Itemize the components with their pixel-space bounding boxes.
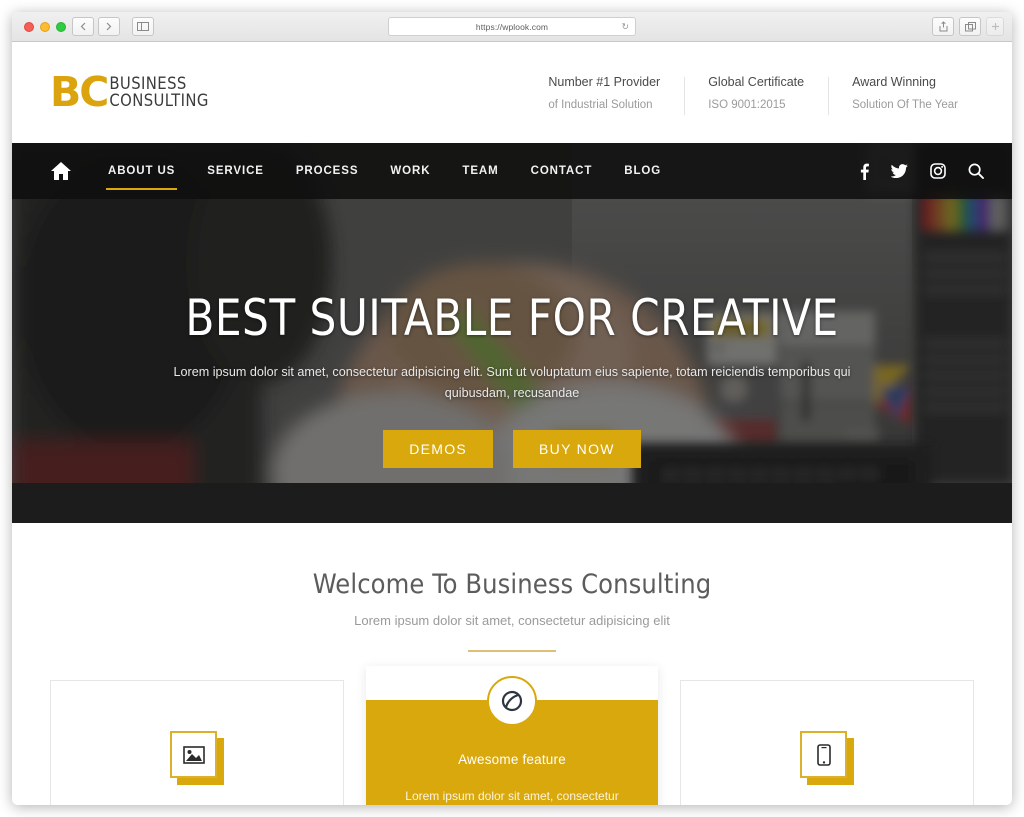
compass-icon — [487, 676, 537, 726]
feature-title: Awesome feature — [458, 752, 566, 767]
tabs-icon[interactable] — [959, 17, 981, 36]
welcome-title: Welcome To Business Consulting — [312, 569, 712, 600]
browser-toolbar: https://wplook.com ↻ — [12, 12, 1012, 42]
header-info-item: Global Certificate ISO 9001:2015 — [684, 74, 828, 115]
logo-mark: BC — [50, 68, 109, 116]
site-logo[interactable]: BC BUSINESS CONSULTING — [50, 72, 209, 113]
feature-description: Lorem ipsum dolor sit amet, consectetur — [405, 789, 619, 803]
featured-card-body: Awesome feature Lorem ipsum dolor sit am… — [366, 676, 658, 805]
home-icon[interactable] — [50, 161, 72, 181]
new-tab-button[interactable] — [986, 17, 1004, 36]
search-icon[interactable] — [968, 163, 984, 179]
feature-card-unique-design[interactable]: Unique design — [50, 680, 344, 805]
reload-icon[interactable]: ↻ — [621, 21, 629, 32]
hero-buttons: DEMOS BUY NOW — [72, 429, 952, 468]
mobile-phone-icon — [800, 731, 847, 778]
info-title: Global Certificate — [708, 74, 805, 89]
share-icon[interactable] — [932, 17, 954, 36]
hero-section: IDEAS AT 5 — [12, 143, 1012, 523]
welcome-section: Welcome To Business Consulting Lorem ips… — [12, 523, 1012, 652]
feature-icon-wrap — [800, 731, 854, 785]
facebook-icon[interactable] — [860, 163, 869, 180]
header-info-item: Number #1 Provider of Industrial Solutio… — [524, 75, 684, 111]
logo-wordmark: BUSINESS CONSULTING — [109, 73, 209, 110]
nav-item-team[interactable]: TEAM — [446, 143, 514, 199]
nav-item-process[interactable]: PROCESS — [280, 143, 375, 199]
twitter-icon[interactable] — [891, 164, 908, 178]
image-icon — [170, 731, 217, 778]
info-title: Award Winning — [852, 74, 936, 89]
header-info-item: Award Winning Solution Of The Year — [828, 74, 982, 115]
webpage-viewport: BC BUSINESS CONSULTING Number #1 Provide… — [12, 42, 1012, 805]
buy-now-button[interactable]: BUY NOW — [513, 429, 641, 468]
toolbar-right-actions — [932, 17, 1004, 36]
info-subtitle: Solution Of The Year — [852, 98, 958, 111]
instagram-icon[interactable] — [930, 163, 946, 179]
info-title: Number #1 Provider — [548, 74, 661, 89]
browser-window: https://wplook.com ↻ BC BUSINESS CONSULT… — [12, 12, 1012, 805]
hero-content: BEST SUITABLE FOR CREATIVE Lorem ipsum d… — [12, 293, 1012, 468]
nav-item-contact[interactable]: CONTACT — [515, 143, 609, 199]
nav-item-work[interactable]: WORK — [374, 143, 446, 199]
header-info-columns: Number #1 Provider of Industrial Solutio… — [524, 74, 982, 115]
close-button[interactable] — [24, 22, 34, 32]
feature-card-awesome-feature[interactable]: Awesome feature Lorem ipsum dolor sit am… — [366, 666, 658, 805]
sidebar-toggle-button[interactable] — [132, 17, 154, 36]
social-links — [860, 163, 984, 180]
navigation-buttons — [72, 17, 154, 36]
nav-links: ABOUT US SERVICE PROCESS WORK TEAM CONTA… — [92, 143, 677, 199]
nav-item-about-us[interactable]: ABOUT US — [92, 143, 191, 199]
back-button[interactable] — [72, 17, 94, 36]
maximize-button[interactable] — [56, 22, 66, 32]
site-header: BC BUSINESS CONSULTING Number #1 Provide… — [12, 42, 1012, 143]
logo-line-2: CONSULTING — [109, 90, 209, 110]
window-controls — [24, 22, 66, 32]
info-subtitle: of Industrial Solution — [548, 98, 653, 111]
nav-item-blog[interactable]: BLOG — [608, 143, 677, 199]
nav-item-service[interactable]: SERVICE — [191, 143, 280, 199]
feature-icon-wrap — [170, 731, 224, 785]
hero-subtitle: Lorem ipsum dolor sit amet, consectetur … — [173, 365, 851, 400]
hero-title: BEST SUITABLE FOR CREATIVE — [185, 289, 839, 347]
feature-cards: Unique design Awesome feature Lorem ipsu… — [12, 652, 1012, 805]
logo-line-1: BUSINESS — [109, 73, 187, 93]
address-bar[interactable]: https://wplook.com ↻ — [388, 17, 636, 36]
url-text: https://wplook.com — [475, 21, 549, 32]
feature-card-fully-responsive[interactable]: Fully Responsive — [680, 680, 974, 805]
info-subtitle: ISO 9001:2015 — [708, 98, 786, 111]
minimize-button[interactable] — [40, 22, 50, 32]
main-navigation: ABOUT US SERVICE PROCESS WORK TEAM CONTA… — [12, 143, 1012, 199]
welcome-subtitle: Lorem ipsum dolor sit amet, consectetur … — [354, 613, 670, 628]
forward-button[interactable] — [98, 17, 120, 36]
demos-button[interactable]: DEMOS — [383, 429, 494, 468]
